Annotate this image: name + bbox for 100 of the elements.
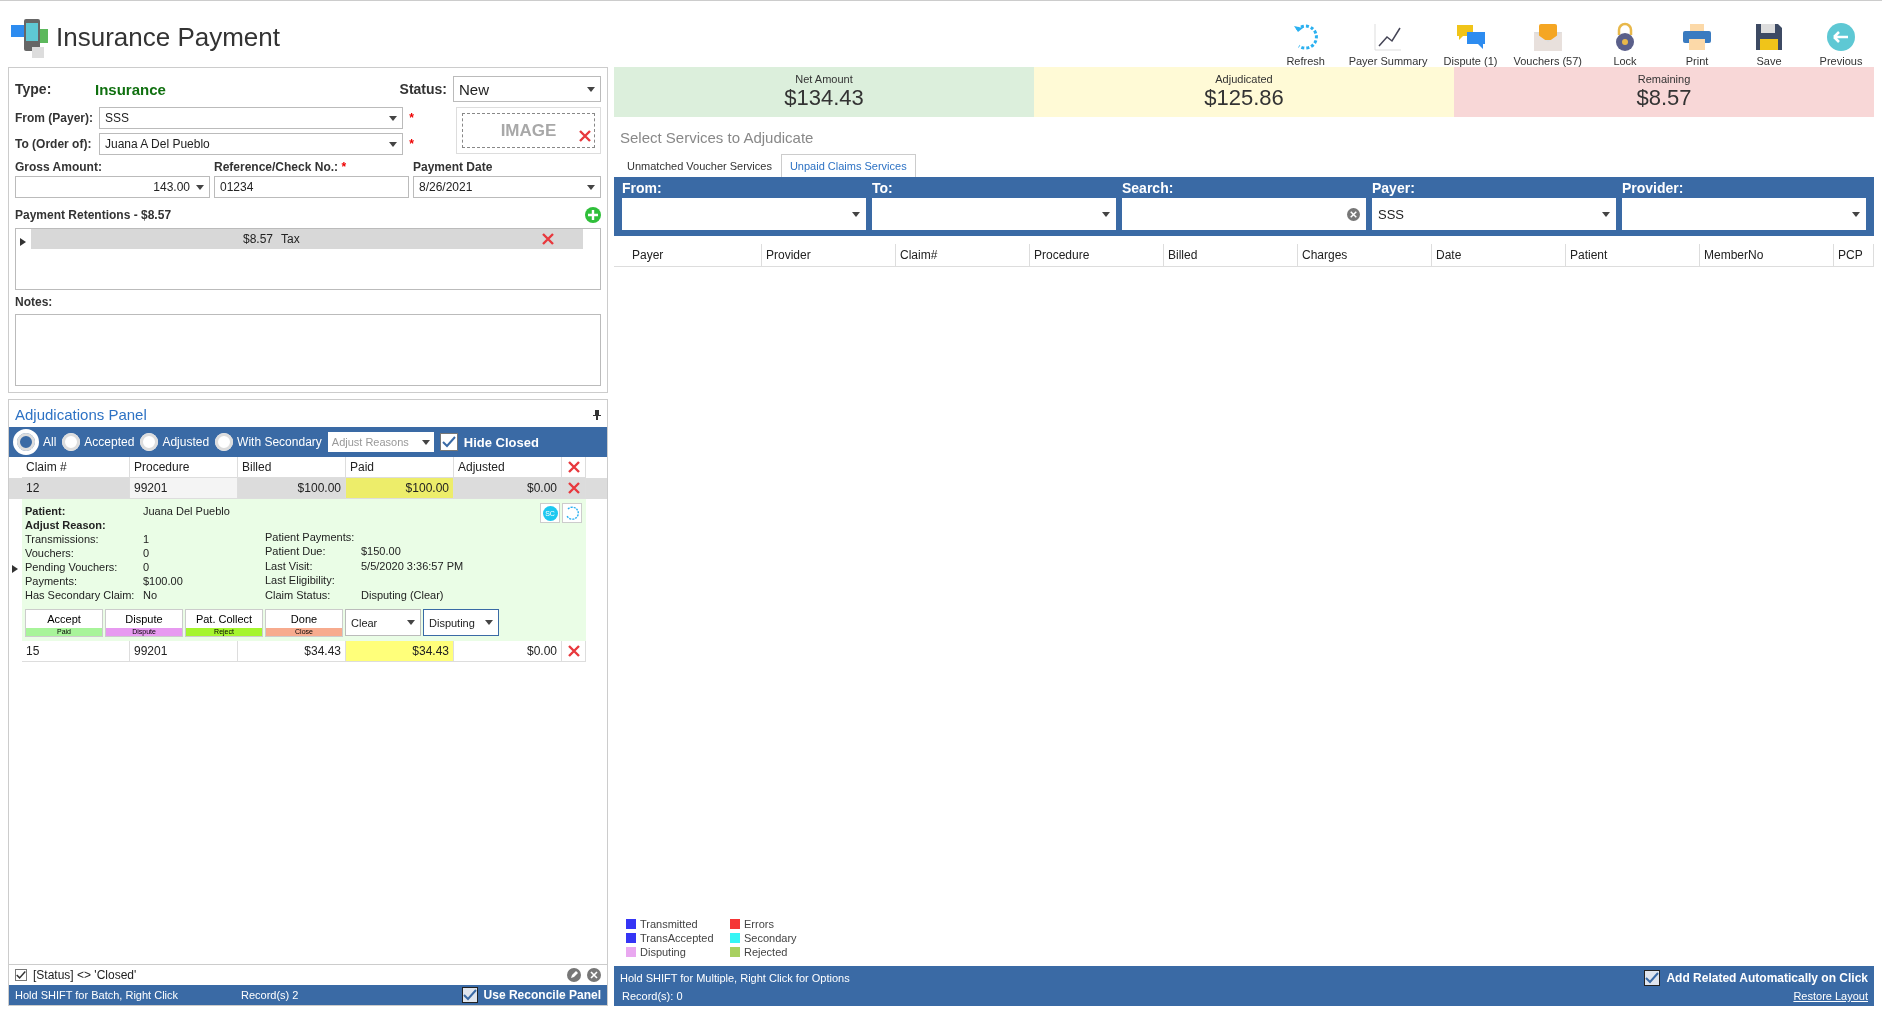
order-of-label: To (Order of): [15, 137, 93, 151]
legend-item: Transmitted [626, 918, 730, 930]
filter-label: Search: [1122, 180, 1175, 196]
column-header: Date [1432, 244, 1566, 266]
table-cell: 99201 [130, 478, 238, 499]
delete-icon[interactable] [566, 644, 581, 658]
envelope-icon [1531, 22, 1564, 52]
detail-value: Juana Del Pueblo [143, 505, 231, 517]
type-value: Insurance [95, 80, 167, 98]
toolbar-button[interactable]: Vouchers (57) [1509, 7, 1586, 67]
summary-label: Net Amount [795, 73, 853, 85]
dropdown-caret-icon [1602, 211, 1610, 217]
delete-icon[interactable] [566, 460, 581, 474]
legend-item: Secondary [730, 932, 830, 944]
filter-dropdown[interactable]: SSS [1372, 198, 1616, 230]
table-cell: 15 [22, 641, 130, 662]
detail-value: 5/5/2020 3:36:57 PM [361, 559, 465, 573]
filter-label: Payer: [1372, 180, 1416, 196]
detail-value: 0 [143, 561, 151, 573]
filter-expression: [Status] <> 'Closed' [33, 968, 138, 982]
record-count: Record(s): 0 [621, 990, 684, 1002]
reference-field[interactable]: 01234 [214, 176, 409, 198]
status-dropdown[interactable]: Disputing [423, 609, 499, 636]
column-header: PCP [1834, 244, 1874, 266]
add-icon[interactable] [585, 207, 601, 223]
summary-value: $8.57 [1636, 85, 1692, 111]
detail-label: Adjust Reason: [25, 519, 107, 531]
dropdown-caret-icon [1102, 211, 1110, 217]
status-dropdown[interactable]: New [453, 76, 601, 102]
tab[interactable]: Unpaid Claims Services [780, 154, 916, 177]
detail-label: Vouchers: [25, 547, 75, 559]
toolbar-button[interactable]: Dispute (1) [1437, 7, 1504, 67]
reference-label: Reference/Check No.: * [214, 160, 348, 174]
required-mark: * [409, 137, 414, 151]
footer-hint: Hold SHIFT for Multiple, Right Click for Options [620, 972, 851, 984]
dropdown-caret-icon [587, 184, 595, 190]
window-title: Insurance Payment [56, 21, 280, 53]
claim-row[interactable]: 12 99201 $100.00 $100.00 $0.00 [9, 478, 607, 499]
toolbar-button[interactable]: Payer Summary [1344, 7, 1432, 67]
delete-icon[interactable] [541, 232, 555, 246]
filter-radio[interactable]: With Secondary [215, 433, 322, 451]
reconcile-label: Use Reconcile Panel [483, 988, 601, 1002]
detail-label: Claim Status: [265, 588, 332, 601]
toolbar-button[interactable]: Lock [1592, 7, 1658, 67]
restore-layout-link[interactable]: Restore Layout [1793, 990, 1868, 1002]
detail-value: No [143, 589, 159, 601]
edit-icon[interactable] [567, 968, 581, 982]
delete-icon[interactable] [578, 129, 592, 143]
status-dropdown[interactable]: Clear [345, 609, 421, 636]
toolbar-button[interactable]: Refresh [1272, 7, 1339, 67]
status-label: Status: [399, 81, 447, 97]
record-count: Record(s) 2 [241, 989, 300, 1001]
column-header: Billed [1164, 244, 1298, 266]
expand-arrow-icon[interactable] [12, 565, 18, 573]
table-cell: $100.00 [346, 478, 454, 499]
column-header: Patient [1566, 244, 1700, 266]
toolbar-button[interactable]: Save [1736, 7, 1802, 67]
detail-label: Pending Vouchers: [25, 561, 119, 573]
clear-icon[interactable] [587, 968, 601, 982]
detail-label: Last Visit: [265, 559, 314, 573]
detail-label: Patient: [25, 505, 67, 517]
filter-radio[interactable]: Adjusted [140, 433, 210, 451]
notes-label: Notes: [15, 295, 54, 309]
delete-icon[interactable] [566, 481, 581, 495]
clear-icon[interactable] [1347, 207, 1360, 221]
dropdown-caret-icon [852, 211, 860, 217]
expand-arrow-icon[interactable] [20, 238, 26, 246]
add-related-checkbox[interactable] [1644, 970, 1661, 986]
pin-icon[interactable] [593, 409, 601, 420]
summary-value: $134.43 [784, 85, 864, 111]
column-header: Procedure [1030, 244, 1164, 266]
filter-label: To: [872, 180, 894, 196]
notes-field[interactable] [15, 314, 601, 386]
required-mark: * [409, 111, 414, 125]
reconcile-checkbox[interactable] [461, 987, 478, 1003]
detail-label: Last Eligibility: [265, 574, 336, 587]
toolbar-button[interactable]: Previous [1808, 7, 1874, 67]
filter-checkbox[interactable] [15, 969, 27, 981]
search-field[interactable] [1122, 198, 1366, 230]
filter-radio[interactable]: Accepted [62, 433, 135, 451]
filter-radio[interactable]: All [13, 429, 57, 455]
detail-value: 0 [143, 547, 151, 559]
detail-value: $100.00 [143, 575, 184, 587]
column-header: MemberNo [1700, 244, 1834, 266]
dropdown-caret-icon [389, 115, 398, 121]
column-header: Charges [1298, 244, 1432, 266]
type-label: Type: [15, 81, 53, 97]
filter-label: From: [622, 180, 663, 196]
toolbar-button[interactable]: Print [1664, 7, 1730, 67]
status-hint: Hold SHIFT for Batch, Right Click [15, 989, 179, 1001]
payment-date-field[interactable]: 8/26/2021 [413, 176, 601, 198]
payer-dropdown[interactable]: SSS [99, 107, 404, 129]
dropdown-caret-icon [485, 620, 493, 625]
gross-amount-field[interactable]: 143.00 [15, 176, 210, 198]
hide-closed-checkbox[interactable] [439, 433, 458, 451]
column-header: Provider [762, 244, 896, 266]
detail-label: Patient Payments: [265, 531, 356, 544]
dropdown-caret-icon [407, 620, 415, 625]
order-of-dropdown[interactable]: Juana A Del Pueblo [99, 133, 404, 155]
detail-label: Patient Due: [265, 545, 327, 558]
